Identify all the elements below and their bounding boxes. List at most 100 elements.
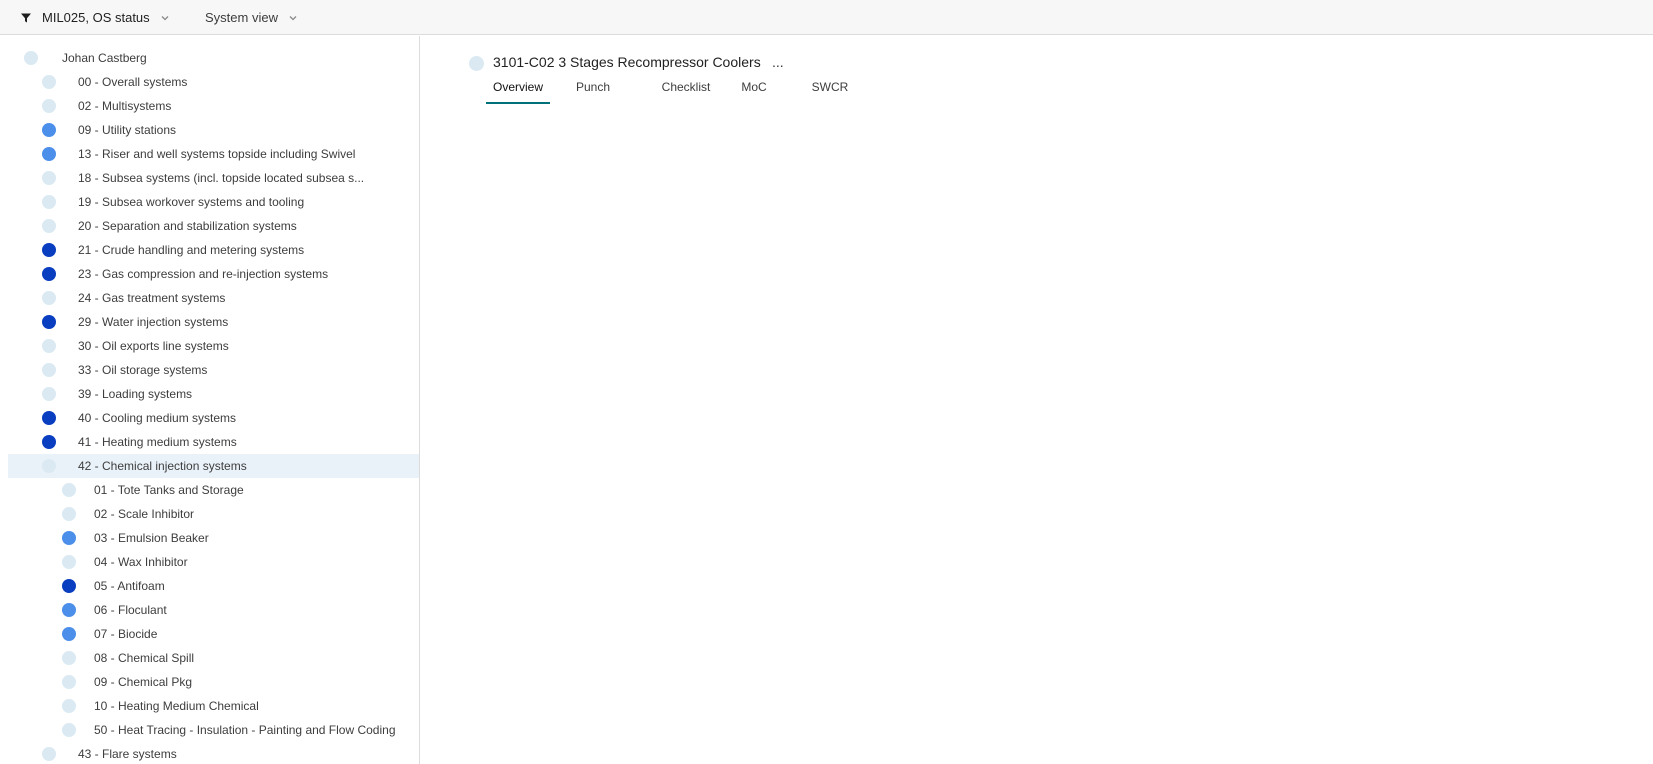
tree-item-label: 24 - Gas treatment systems <box>78 291 226 305</box>
status-dot <box>42 315 56 329</box>
detail-panel: 3101-C02 3 Stages Recompressor Coolers .… <box>420 36 1653 764</box>
tab-swcr[interactable]: SWCR <box>810 80 850 104</box>
tree-item-label: 01 - Tote Tanks and Storage <box>94 483 244 497</box>
status-filter-button[interactable]: MIL025, OS status <box>20 0 170 35</box>
tree-subitem[interactable]: 50 - Heat Tracing - Insulation - Paintin… <box>8 718 419 742</box>
tree-item-label: 09 - Chemical Pkg <box>94 675 193 689</box>
status-dot <box>42 387 56 401</box>
status-dot <box>62 699 76 713</box>
tree-item[interactable]: 30 - Oil exports line systems <box>8 334 419 358</box>
status-dot <box>42 411 56 425</box>
tree-item-label: 00 - Overall systems <box>78 75 188 89</box>
tree-item-label: 03 - Emulsion Beaker <box>94 531 209 545</box>
tree-subitem[interactable]: 03 - Emulsion Beaker <box>8 526 419 550</box>
tree-subitem[interactable]: 04 - Wax Inhibitor <box>8 550 419 574</box>
tree-item[interactable]: 02 - Multisystems <box>8 94 419 118</box>
status-indicator <box>469 56 484 71</box>
status-dot <box>62 603 76 617</box>
chevron-down-icon <box>160 13 170 23</box>
tree-item-label: 39 - Loading systems <box>78 387 193 401</box>
tree-item-label: 30 - Oil exports line systems <box>78 339 229 353</box>
status-dot <box>42 123 56 137</box>
status-dot <box>42 75 56 89</box>
status-dot <box>42 195 56 209</box>
status-dot <box>42 339 56 353</box>
tree-subitem[interactable]: 07 - Biocide <box>8 622 419 646</box>
filter-icon <box>20 11 34 25</box>
tree-item[interactable]: 43 - Flare systems <box>8 742 419 764</box>
tree-item-label: 02 - Scale Inhibitor <box>94 507 195 521</box>
tree-subitem[interactable]: 01 - Tote Tanks and Storage <box>8 478 419 502</box>
status-dot <box>42 363 56 377</box>
tree-item-label: 23 - Gas compression and re-injection sy… <box>78 267 329 281</box>
tree-item[interactable]: 23 - Gas compression and re-injection sy… <box>8 262 419 286</box>
tree-item-label: Johan Castberg <box>62 51 147 65</box>
status-dot <box>42 267 56 281</box>
tree-item[interactable]: 40 - Cooling medium systems <box>8 406 419 430</box>
view-selector-button[interactable]: System view <box>205 0 298 35</box>
tree-item[interactable]: 09 - Utility stations <box>8 118 419 142</box>
status-dot <box>62 627 76 641</box>
status-dot <box>42 459 56 473</box>
tree-subitem[interactable]: 10 - Heating Medium Chemical <box>8 694 419 718</box>
tree-item[interactable]: 00 - Overall systems <box>8 70 419 94</box>
tree-item[interactable]: 41 - Heating medium systems <box>8 430 419 454</box>
tab-overview[interactable]: Overview <box>486 80 550 104</box>
tree-item[interactable]: 21 - Crude handling and metering systems <box>8 238 419 262</box>
status-dot <box>62 723 76 737</box>
status-dot <box>42 171 56 185</box>
status-dot <box>42 747 56 761</box>
tree-item-label: 29 - Water injection systems <box>78 315 229 329</box>
tree-item-label: 19 - Subsea workover systems and tooling <box>78 195 305 209</box>
system-tree-panel: Johan Castberg 00 - Overall systems 02 - M… <box>0 36 420 764</box>
top-toolbar: MIL025, OS status System view <box>0 0 1653 35</box>
tree-item-label: 05 - Antifoam <box>94 579 165 593</box>
tree-item-label: 04 - Wax Inhibitor <box>94 555 188 569</box>
tree-item-label: 43 - Flare systems <box>78 747 177 761</box>
status-dot <box>42 219 56 233</box>
tree-subitem[interactable]: 05 - Antifoam <box>8 574 419 598</box>
tree-item-label: 06 - Floculant <box>94 603 167 617</box>
status-dot <box>62 651 76 665</box>
tree-item-label: 10 - Heating Medium Chemical <box>94 699 259 713</box>
tree-item[interactable]: 18 - Subsea systems (incl. topside locat… <box>8 166 419 190</box>
tree-item-label: 42 - Chemical injection systems <box>78 459 247 473</box>
tree-item-label: 07 - Biocide <box>94 627 158 641</box>
status-dot <box>42 243 56 257</box>
more-options-button[interactable]: ... <box>772 54 784 70</box>
tree-item-label: 02 - Multisystems <box>78 99 172 113</box>
status-dot <box>42 291 56 305</box>
status-dot <box>62 507 76 521</box>
tree-root[interactable]: Johan Castberg <box>8 46 419 70</box>
status-dot <box>42 435 56 449</box>
tree-item-label: 20 - Separation and stabilization system… <box>78 219 297 233</box>
tree-item-label: 33 - Oil storage systems <box>78 363 208 377</box>
tree-item[interactable]: 33 - Oil storage systems <box>8 358 419 382</box>
status-dot <box>62 531 76 545</box>
detail-title: 3101-C02 3 Stages Recompressor Coolers <box>493 54 761 70</box>
tree-item-label: 40 - Cooling medium systems <box>78 411 237 425</box>
tree-item-label: 09 - Utility stations <box>78 123 177 137</box>
tree-item[interactable]: 20 - Separation and stabilization system… <box>8 214 419 238</box>
tab-checklist[interactable]: Checklist <box>658 80 714 104</box>
tab-punch[interactable]: Punch <box>573 80 613 104</box>
tree-item[interactable]: 19 - Subsea workover systems and tooling <box>8 190 419 214</box>
tree-subitem[interactable]: 08 - Chemical Spill <box>8 646 419 670</box>
tree-item[interactable]: 29 - Water injection systems <box>8 310 419 334</box>
tree-item-label: 50 - Heat Tracing - Insulation - Paintin… <box>94 723 396 737</box>
tree-subitem[interactable]: 02 - Scale Inhibitor <box>8 502 419 526</box>
filter-label: MIL025, OS status <box>42 10 150 25</box>
tree-item-label: 41 - Heating medium systems <box>78 435 237 449</box>
tree-subitem[interactable]: 09 - Chemical Pkg <box>8 670 419 694</box>
tree-item-label: 21 - Crude handling and metering systems <box>78 243 305 257</box>
status-dot <box>24 51 38 65</box>
tree-item-label: 18 - Subsea systems (incl. topside locat… <box>78 171 365 185</box>
tree-item[interactable]: 24 - Gas treatment systems <box>8 286 419 310</box>
tree-subitem[interactable]: 06 - Floculant <box>8 598 419 622</box>
tab-moc[interactable]: MoC <box>739 80 769 104</box>
tree-item[interactable]: 13 - Riser and well systems topside incl… <box>8 142 419 166</box>
chevron-down-icon <box>288 13 298 23</box>
status-dot <box>42 147 56 161</box>
tree-item[interactable]: 39 - Loading systems <box>8 382 419 406</box>
tree-item[interactable]: 42 - Chemical injection systems <box>8 454 419 478</box>
